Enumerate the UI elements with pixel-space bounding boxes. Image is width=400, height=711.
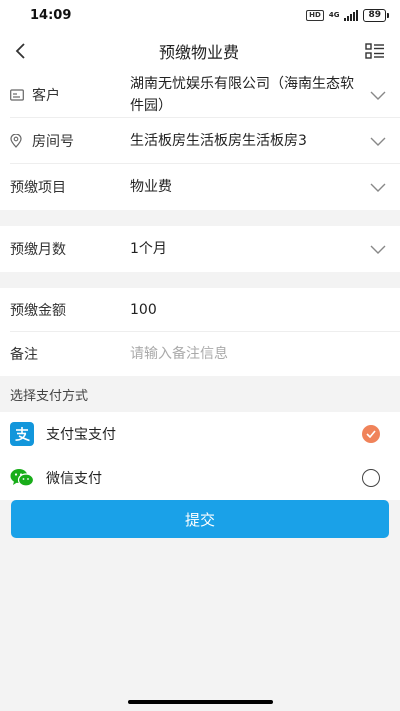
customer-dropdown[interactable] xyxy=(366,88,386,102)
room-dropdown[interactable] xyxy=(366,134,386,148)
network-type: 4G xyxy=(328,10,340,19)
note-input[interactable]: 请输入备注信息 xyxy=(130,343,386,365)
item-dropdown[interactable] xyxy=(366,180,386,194)
back-arrow-icon xyxy=(15,43,25,59)
amount-row: 预缴金额 100 xyxy=(0,288,400,332)
months-card: 预缴月数 1个月 xyxy=(0,226,400,272)
amount-input[interactable]: 100 xyxy=(130,299,386,321)
chevron-down-icon xyxy=(370,137,386,146)
customer-label: 客户 xyxy=(32,88,60,104)
location-pin-icon xyxy=(10,134,28,148)
alipay-option[interactable]: 支付宝支付 xyxy=(0,412,400,456)
note-label: 备注 xyxy=(10,347,38,363)
back-button[interactable] xyxy=(14,41,34,61)
customer-row[interactable]: 客户 湖南无忧娱乐有限公司（海南生态软件园） xyxy=(0,72,400,118)
wechat-icon xyxy=(10,466,34,490)
alipay-radio[interactable] xyxy=(362,425,380,443)
room-value: 生活板房生活板房生活板房3 xyxy=(130,133,307,149)
property-info-card: 客户 湖南无忧娱乐有限公司（海南生态软件园） 房间号 生活板房生活板房生活板房3… xyxy=(0,72,400,210)
alipay-label: 支付宝支付 xyxy=(46,427,116,443)
amount-card: 预缴金额 100 备注 请输入备注信息 xyxy=(0,288,400,376)
page-title: 预缴物业费 xyxy=(158,43,239,62)
signal-icon xyxy=(344,9,359,21)
customer-value: 湖南无忧娱乐有限公司（海南生态软件园） xyxy=(130,76,354,114)
menu-button[interactable] xyxy=(364,41,386,61)
alipay-icon xyxy=(10,422,34,446)
status-icons: HD 4G 89 xyxy=(306,8,389,22)
months-value: 1个月 xyxy=(130,241,167,257)
hd-badge: HD xyxy=(306,9,324,21)
months-dropdown[interactable] xyxy=(366,242,386,256)
item-label: 预缴项目 xyxy=(10,180,66,196)
amount-label: 预缴金额 xyxy=(10,303,66,319)
status-bar: 14:09 HD 4G 89 xyxy=(0,0,400,30)
check-icon xyxy=(366,430,376,438)
wechat-label: 微信支付 xyxy=(46,471,102,487)
nav-bar: 预缴物业费 xyxy=(0,30,400,72)
menu-list-icon xyxy=(365,43,384,59)
submit-button[interactable]: 提交 xyxy=(11,500,389,538)
status-time: 14:09 xyxy=(30,7,72,23)
item-value: 物业费 xyxy=(130,179,172,195)
months-row[interactable]: 预缴月数 1个月 xyxy=(0,226,400,272)
chevron-down-icon xyxy=(370,245,386,254)
home-indicator xyxy=(128,700,273,704)
wechat-radio[interactable] xyxy=(362,469,380,487)
item-row[interactable]: 预缴项目 物业费 xyxy=(0,164,400,210)
chevron-down-icon xyxy=(370,183,386,192)
wechat-option[interactable]: 微信支付 xyxy=(0,456,400,500)
note-row: 备注 请输入备注信息 xyxy=(0,332,400,376)
id-card-icon xyxy=(10,89,28,101)
months-label: 预缴月数 xyxy=(10,242,66,258)
battery-indicator: 89 xyxy=(363,8,389,22)
room-row[interactable]: 房间号 生活板房生活板房生活板房3 xyxy=(0,118,400,164)
payment-section-title: 选择支付方式 xyxy=(0,376,400,412)
room-label: 房间号 xyxy=(32,134,74,150)
chevron-down-icon xyxy=(370,91,386,100)
